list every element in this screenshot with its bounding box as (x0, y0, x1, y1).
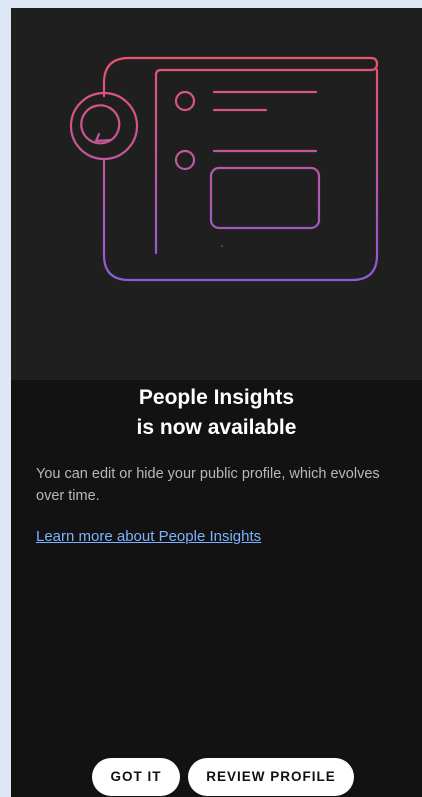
dialog-title: People Insights is now available (11, 383, 422, 443)
dialog-title-line-2: is now available (136, 416, 297, 439)
dialog-title-line-1: People Insights (138, 386, 295, 409)
hero-illustration-area (11, 8, 422, 380)
dialog-description: You can edit or hide your public profile… (36, 466, 380, 504)
learn-more-link[interactable]: Learn more about People Insights (36, 526, 261, 548)
got-it-button[interactable]: GOT IT (92, 758, 180, 796)
review-profile-button[interactable]: REVIEW PROFILE (188, 758, 354, 796)
profile-card-illustration-icon (69, 56, 379, 282)
people-insights-dialog: People Insights is now available You can… (11, 8, 422, 797)
